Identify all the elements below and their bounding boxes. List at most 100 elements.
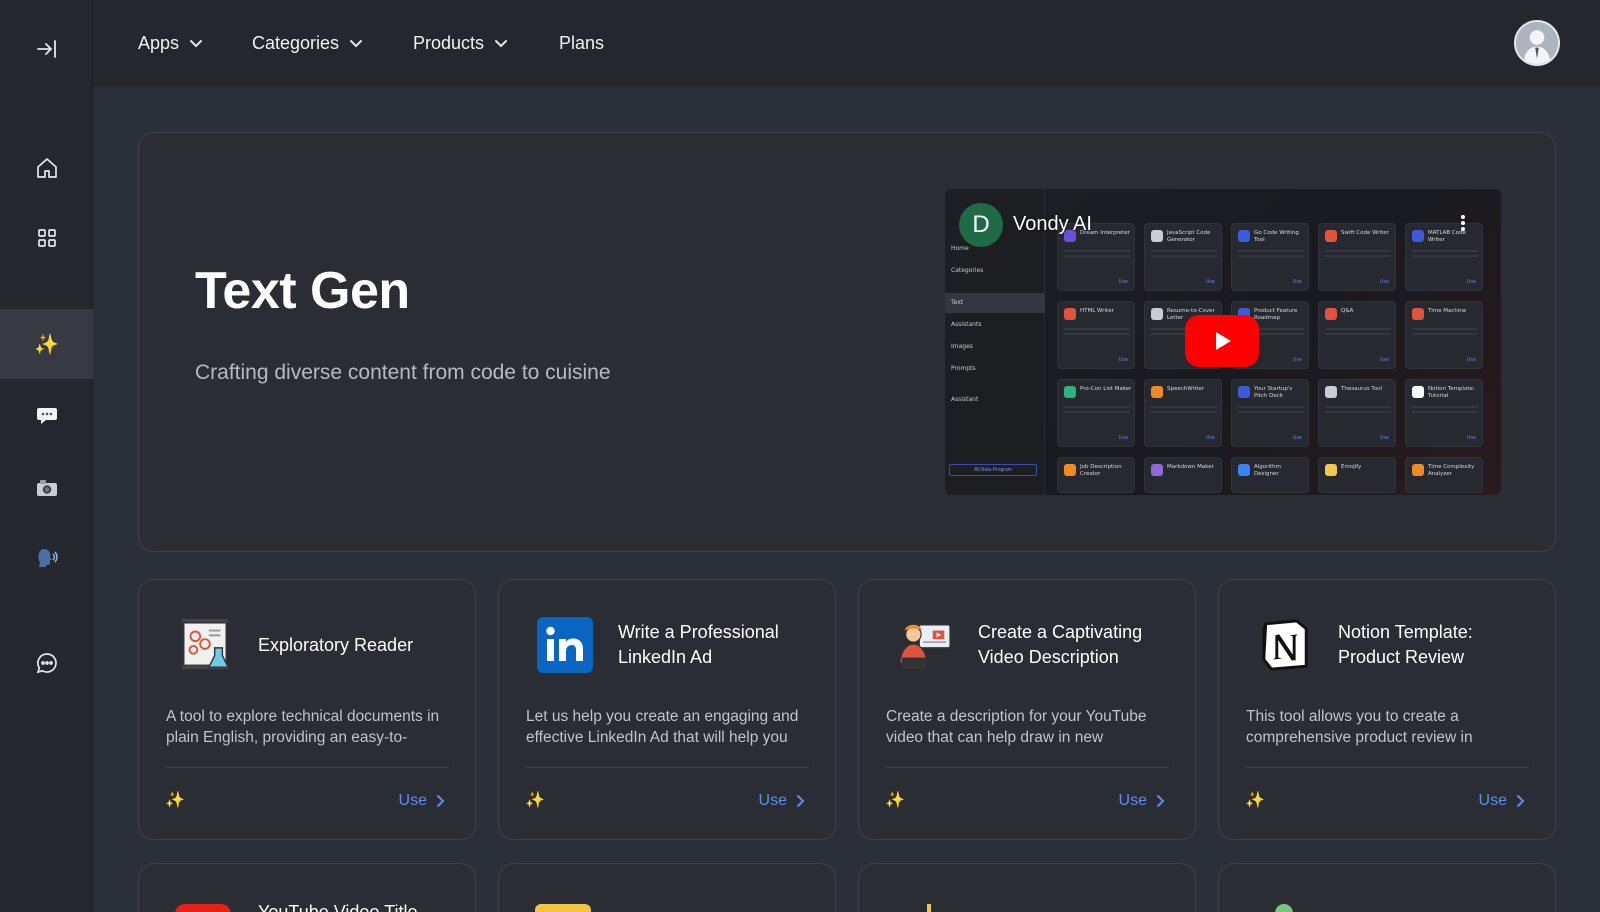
nav-categories-label: Categories [252,32,340,53]
video-thumb-card: Thesaurus Tool Use [1318,379,1396,447]
tool-card[interactable] [498,863,836,912]
tool-card[interactable]: Create a Captivating Video Description C… [858,579,1196,840]
use-button[interactable]: Use [399,792,445,810]
tool-card[interactable]: Write a Professional LinkedIn Ad Let us … [498,579,836,840]
sparkles-icon: ✨ [525,790,545,809]
nav-plans[interactable]: Plans [559,30,604,56]
video-thumb-card-icon [1412,308,1424,320]
arrow-to-right-icon [36,40,56,58]
nav-plans-label: Plans [559,32,605,53]
nav-categories[interactable]: Categories [252,30,363,56]
video-thumb-card-desc [1412,250,1478,260]
video-thumb-card-title: Time Machine [1428,308,1467,314]
use-button[interactable]: Use [759,792,805,810]
video-thumb-card: Emojify [1318,457,1396,493]
tool-card[interactable] [1218,863,1556,912]
video-thumb-card-desc [1412,406,1478,416]
sidebar-item-home[interactable] [0,133,93,203]
video-thumb-card-icon [1412,386,1424,398]
robot-icon [1275,904,1293,912]
use-label: Use [398,792,427,809]
tool-card[interactable]: Notion Template: Product Review This too… [1218,579,1556,840]
pencil-icon [927,904,931,912]
sidebar-item-assistant-chat[interactable] [0,628,93,698]
video-thumb-card-title: JavaScript Code Generator [1167,230,1211,243]
sidebar-item-assistants[interactable] [0,380,93,450]
video-thumb-card-icon [1412,464,1424,476]
sidebar-item-categories[interactable] [0,203,93,273]
video-thumb-card-use: Use [1292,357,1302,363]
linkedin-icon [535,616,595,674]
youtube-video-embed[interactable]: Home Categories Text Assistants Images P… [945,189,1501,495]
video-thumb-card-desc [1151,250,1217,260]
nav-products[interactable]: Products [413,30,508,56]
video-thumb-card: Markdown Maker [1144,457,1222,493]
video-thumb-card-title: Time Complexity Analyzer [1428,464,1475,477]
divider [166,767,449,768]
video-thumb-card-icon [1151,386,1163,398]
video-thumb-card-icon [1064,308,1076,320]
video-thumb-card: Time Machine Use [1405,301,1483,369]
video-thumb-card-title: Pro-Con List Maker [1080,386,1132,392]
user-avatar[interactable] [1514,20,1560,66]
video-thumb-card-icon [1238,230,1250,242]
video-thumb-card: HTML Writer Use [1057,301,1135,369]
video-thumb-card-icon [1151,464,1163,476]
video-thumb-card: MATLAB Code Writer Use [1405,223,1483,291]
video-thumb-card-title: Go Code Writing Tool [1254,230,1299,243]
sidebar-item-images[interactable] [0,453,93,523]
video-thumb-card: Go Code Writing Tool Use [1231,223,1309,291]
chevron-right-icon [437,795,445,807]
card-description: Let us help you create an engaging and e… [526,708,799,746]
collapse-sidebar-button[interactable] [0,14,93,84]
chevron-down-icon [495,40,508,48]
video-thumb-card-desc [1325,250,1391,260]
tool-card[interactable]: YouTube Video Title [138,863,476,912]
use-label: Use [1118,792,1147,809]
home-icon [36,158,57,178]
video-thumb-card: Algorithm Designer [1231,457,1309,493]
video-thumb-card-use: Use [1466,435,1476,441]
sidebar-item-prompts[interactable] [0,523,93,593]
video-thumb-card-desc [1064,406,1130,416]
video-thumb-card: JavaScript Code Generator Use [1144,223,1222,291]
video-thumb-card: Your Startup's Pitch Deck Use [1231,379,1309,447]
tool-card[interactable] [858,863,1196,912]
video-more-options-icon[interactable] [1461,215,1465,231]
use-button[interactable]: Use [1479,792,1525,810]
youtube-icon [175,904,231,912]
card-title: Notion Template: Product Review [1338,622,1473,667]
video-thumb-card-title: Notion Template: Tutorial [1428,386,1475,399]
video-thumb-card: Q&A Use [1318,301,1396,369]
lab-poster-icon [175,616,235,674]
nav-apps[interactable]: Apps [138,30,203,56]
video-thumb-card-title: Job Description Creator [1080,464,1122,477]
chevron-right-icon [1157,795,1165,807]
video-channel-name[interactable]: Vondy AI [1013,213,1092,236]
tool-card[interactable]: Exploratory Reader A tool to explore tec… [138,579,476,840]
video-thumb-sidebar-item: Images [951,343,973,350]
video-thumb-program-button: All Beta Program [949,464,1037,476]
sidebar-item-text[interactable]: ✨ [0,309,93,379]
video-thumb-card-icon [1064,386,1076,398]
use-label: Use [758,792,787,809]
channel-avatar[interactable]: D [959,203,1003,247]
video-thumb-card-desc [1238,406,1304,416]
video-thumb-card-title: Product Feature Roadmap [1254,308,1298,321]
video-thumb-card-icon [1412,230,1424,242]
play-button[interactable] [1185,315,1259,367]
card-title: Exploratory Reader [258,634,414,655]
video-thumb-card-use: Use [1118,357,1128,363]
video-thumb-card-desc [1238,250,1304,260]
use-button[interactable]: Use [1119,792,1165,810]
video-thumb-card-use: Use [1118,435,1128,441]
page-title: Text Gen [195,262,410,320]
divider [1246,767,1529,768]
video-thumb-card-grid: Dream Interpreter Use JavaScript Code Gene… [1057,223,1497,495]
use-label: Use [1478,792,1507,809]
video-thumb-card-use: Use [1379,435,1389,441]
video-thumb-card-title: Algorithm Designer [1254,464,1281,477]
video-thumb-card-use: Use [1292,279,1302,285]
speech-bubble-icon [36,408,57,424]
video-thumb-card-use: Use [1205,435,1215,441]
